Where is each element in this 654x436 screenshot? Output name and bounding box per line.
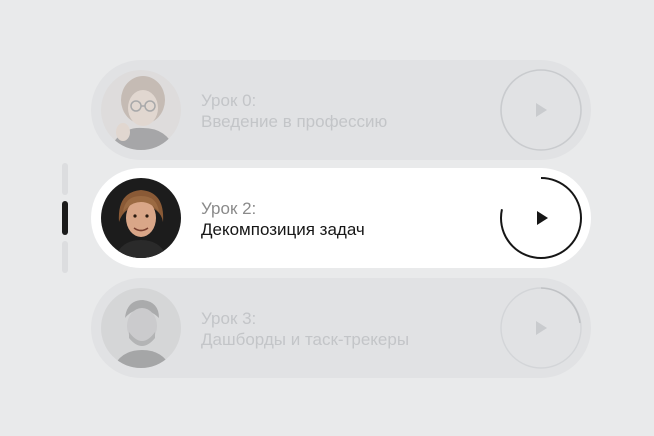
lesson-card-3[interactable]: Урок 3: Дашборды и таск-трекеры bbox=[91, 278, 591, 378]
play-button[interactable] bbox=[500, 287, 582, 369]
lesson-number: Урок 3: bbox=[201, 309, 257, 328]
avatar bbox=[101, 288, 181, 368]
play-icon bbox=[500, 177, 582, 259]
play-button[interactable] bbox=[500, 69, 582, 151]
play-button[interactable] bbox=[500, 177, 582, 259]
play-icon bbox=[500, 287, 582, 369]
scroll-track-top bbox=[62, 163, 68, 195]
scroll-track-bottom bbox=[62, 241, 68, 273]
lesson-number: Урок 2: bbox=[201, 199, 257, 218]
play-icon bbox=[500, 69, 582, 151]
lesson-card-0[interactable]: Урок 0: Введение в профессию bbox=[91, 60, 591, 160]
lesson-title: Введение в профессию bbox=[201, 112, 388, 131]
avatar bbox=[101, 178, 181, 258]
lesson-title: Дашборды и таск-трекеры bbox=[201, 330, 410, 349]
lesson-number: Урок 0: bbox=[201, 91, 257, 110]
lesson-title: Декомпозиция задач bbox=[201, 220, 365, 239]
scrollbar-thumb[interactable] bbox=[62, 201, 68, 235]
lesson-card-2[interactable]: Урок 2: Декомпозиция задач bbox=[91, 168, 591, 268]
avatar bbox=[101, 70, 181, 150]
